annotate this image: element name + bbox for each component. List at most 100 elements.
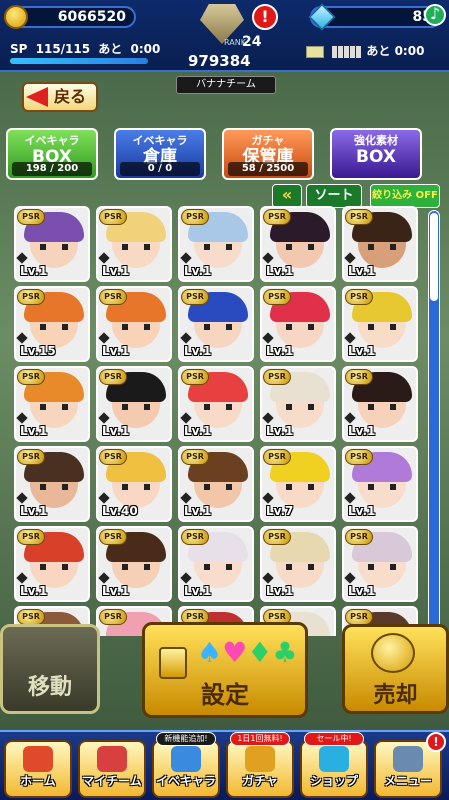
nav-label: イベキャラ (155, 774, 216, 788)
character-card[interactable]: PSR Lv.1 (96, 366, 172, 442)
lock-icon (159, 647, 187, 679)
character-card[interactable]: PSR Lv.1 (96, 286, 172, 362)
character-level: Lv.1 (348, 264, 376, 278)
back-arrow-icon (26, 87, 48, 107)
character-card[interactable]: PSR Lv.1 (14, 206, 90, 282)
character-eyes (40, 244, 68, 250)
tab-line1: ガチャ (251, 134, 285, 147)
character-level: Lv.1 (348, 584, 376, 598)
character-level: Lv.1 (102, 424, 130, 438)
tab-line2: BOX (356, 147, 396, 167)
rarity-badge: PSR (263, 289, 291, 305)
character-level: Lv.1 (348, 504, 376, 518)
character-card[interactable]: PSR Lv.1 (260, 206, 336, 282)
character-eyes (286, 324, 314, 330)
character-card[interactable]: PSR Lv.1 (178, 206, 254, 282)
character-card[interactable]: PSR Lv.1 (178, 526, 254, 602)
character-level: Lv.1 (20, 264, 48, 278)
sp-gauge (10, 58, 148, 64)
nav-promo-tag: セール中! (304, 732, 364, 746)
character-card[interactable]: PSR Lv.1 (178, 446, 254, 522)
action-bar: 移動 ♠♥♦♣ 設定 売却 (0, 618, 449, 730)
tab-event-chara-box[interactable]: イベキャラ BOX 198 / 200 (6, 128, 98, 180)
character-card[interactable]: PSR Lv.40 (96, 446, 172, 522)
rarity-badge: PSR (17, 449, 45, 465)
character-eyes (368, 324, 396, 330)
position-diamond-icon (98, 572, 110, 584)
character-card[interactable]: PSR Lv.1 (260, 286, 336, 362)
filter-button[interactable]: 絞り込み OFF (370, 184, 440, 208)
gem-add-icon[interactable]: ♪ (424, 4, 446, 26)
scrollbar-thumb[interactable] (430, 213, 438, 301)
rarity-badge: PSR (181, 289, 209, 305)
nav-event-chara-button[interactable]: イベキャラ 新機能追加! (152, 732, 220, 798)
position-diamond-icon (16, 412, 28, 424)
move-button[interactable]: 移動 (0, 624, 100, 714)
character-card[interactable]: PSR Lv.1 (14, 446, 90, 522)
event-chara-icon (171, 746, 201, 772)
sort-button[interactable]: ソート (306, 184, 362, 208)
shop-icon (319, 746, 349, 772)
character-card[interactable]: PSR Lv.1 (260, 526, 336, 602)
tab-gacha-storage[interactable]: ガチャ 保管庫 58 / 2500 (222, 128, 314, 180)
nav-shop-button[interactable]: ショップ セール中! (300, 732, 368, 798)
character-card[interactable]: PSR Lv.7 (260, 446, 336, 522)
character-level: Lv.1 (266, 344, 294, 358)
character-eyes (286, 564, 314, 570)
tab-event-chara-warehouse[interactable]: イベキャラ 倉庫 0 / 0 (114, 128, 206, 180)
tab-line1: イベキャラ (132, 134, 188, 147)
character-card[interactable]: PSR Lv.1 (342, 526, 418, 602)
character-card[interactable]: PSR Lv.1 (14, 526, 90, 602)
character-card[interactable]: PSR Lv.1 (342, 366, 418, 442)
nav-promo-tag: 1日1回無料! (230, 732, 290, 746)
character-card[interactable]: PSR Lv.1 (178, 286, 254, 362)
rank-score: 979384 (188, 52, 251, 70)
character-eyes (286, 404, 314, 410)
rarity-badge: PSR (99, 369, 127, 385)
character-eyes (204, 484, 232, 490)
ticket-timer: 0:00 (394, 44, 425, 58)
nav-home-button[interactable]: ホーム (4, 740, 72, 798)
sp-value: 115/115 (35, 42, 91, 56)
back-button[interactable]: 戻る (22, 82, 98, 112)
ticket-gauge (332, 44, 362, 58)
character-card[interactable]: PSR Lv.1 (14, 366, 90, 442)
character-card[interactable]: PSR Lv.1 (260, 366, 336, 442)
nav-label: ガチャ (242, 774, 278, 788)
ticket-segment (338, 45, 344, 58)
character-level: Lv.1 (184, 584, 212, 598)
bottom-navigation: ホーム マイチーム イベキャラ 新機能追加! ガチャ 1日1回無料! ショップ セール中! メニ… (0, 730, 449, 800)
character-card[interactable]: PSR Lv.1 (342, 286, 418, 362)
character-level: Lv.1 (184, 344, 212, 358)
character-card[interactable]: PSR Lv.1 (96, 206, 172, 282)
tab-enhance-material-box[interactable]: 強化素材 BOX (330, 128, 422, 180)
notification-alert-icon[interactable]: ! (252, 4, 278, 30)
home-icon (23, 746, 53, 772)
settings-button[interactable]: ♠♥♦♣ 設定 (142, 622, 308, 718)
character-card[interactable]: PSR Lv.1 (342, 206, 418, 282)
character-card[interactable]: PSR Lv.15 (14, 286, 90, 362)
nav-gacha-button[interactable]: ガチャ 1日1回無料! (226, 732, 294, 798)
rarity-badge: PSR (263, 449, 291, 465)
nav-my-team-button[interactable]: マイチーム (78, 740, 146, 798)
character-eyes (204, 564, 232, 570)
character-eyes (122, 484, 150, 490)
rarity-badge: PSR (345, 449, 373, 465)
character-eyes (204, 244, 232, 250)
character-card[interactable]: PSR Lv.1 (342, 446, 418, 522)
position-diamond-icon (16, 572, 28, 584)
character-eyes (122, 244, 150, 250)
grid-scrollbar[interactable] (428, 210, 440, 630)
rarity-badge: PSR (263, 209, 291, 225)
character-card[interactable]: PSR Lv.1 (96, 526, 172, 602)
ticket-timer-label: あと (366, 44, 391, 58)
character-eyes (286, 244, 314, 250)
coins-icon (371, 633, 415, 673)
character-card[interactable]: PSR Lv.1 (178, 366, 254, 442)
nav-menu-button[interactable]: メニュー! (374, 732, 446, 798)
sell-button[interactable]: 売却 (342, 624, 449, 714)
coin-counter: 6066520 (4, 5, 136, 29)
rarity-badge: PSR (17, 209, 45, 225)
rarity-badge: PSR (99, 449, 127, 465)
sort-collapse-arrow-icon[interactable]: « (272, 184, 302, 208)
